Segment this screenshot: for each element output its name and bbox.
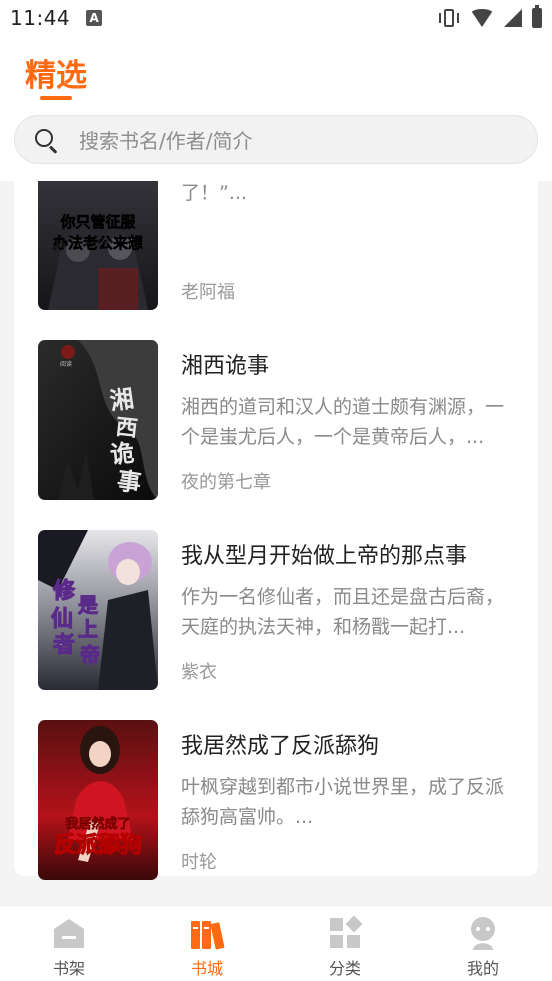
nav-item-bookstore[interactable]: 书城 [138,906,276,981]
search-icon [33,127,59,154]
nav-item-bookshelf[interactable]: 书架 [0,906,138,981]
status-indicators [438,5,542,28]
svg-text:帝: 帝 [80,643,100,667]
status-bar: 11:44 A [0,0,552,36]
book-list-card: 你只管征服 办法老公来想 “艾思斯总督，你因为勾结魔族被捕了！”... 老阿福 [14,181,538,880]
book-author: 时轮 [181,852,217,873]
bottom-nav: 书架 书城 分类 我的 [0,905,552,981]
book-description: “艾思斯总督，你因为勾结魔族被捕了！”... [181,182,247,204]
svg-text:办法老公来想: 办法老公来想 [53,234,143,252]
book-cover: 阅读 湘 西 诡 事 [38,340,158,500]
book-author: 老阿福 [181,282,235,303]
search-input[interactable]: 搜索书名/作者/简介 [14,115,538,164]
nav-label: 书城 [190,959,223,978]
book-description: 叶枫穿越到都市小说世界里，成了反派舔狗高富帅。... [181,776,505,828]
battery-icon [532,5,542,28]
nav-label: 书架 [52,959,85,978]
svg-text:是: 是 [77,593,98,617]
book-cover: 我居然成了 反派舔狗 [38,720,158,880]
svg-text:湘: 湘 [108,384,136,416]
signal-icon [504,9,522,27]
book-cover: 修 是 仙 上 者 帝 [38,530,158,690]
bookstore-icon [189,915,225,951]
nav-label: 我的 [466,959,499,978]
svg-text:上: 上 [78,617,98,641]
book-title: 我居然成了反派舔狗 [181,734,380,759]
nav-label: 分类 [328,959,361,978]
book-author: 夜的第七章 [181,472,271,493]
book-title: 我从型月开始做上帝的那点事 [181,544,468,569]
svg-text:反派舔狗: 反派舔狗 [54,833,142,858]
wifi-icon [470,9,494,27]
book-author: 紫衣 [181,662,217,683]
category-icon [327,915,363,951]
svg-text:事: 事 [115,466,143,498]
book-item[interactable]: 我居然成了 反派舔狗 我居然成了反派舔狗 叶枫穿越到都市小说世界里，成了反派舔狗… [38,720,518,880]
notification-a-icon: A [86,10,103,26]
vibrate-icon [438,8,460,28]
book-list[interactable]: 你只管征服 办法老公来想 “艾思斯总督，你因为勾结魔族被捕了！”... 老阿福 [0,181,552,905]
svg-text:者: 者 [52,632,75,658]
nav-item-category[interactable]: 分类 [276,906,414,981]
title-underline [40,96,72,100]
profile-icon [465,915,501,951]
page-title[interactable]: 精选 [25,50,87,95]
svg-text:仙: 仙 [51,606,73,632]
book-item[interactable]: 修 是 仙 上 者 帝 我从型月开始做上帝的那点事 作为一名修仙者，而且还是盘古… [38,530,518,690]
nav-item-profile[interactable]: 我的 [414,906,552,981]
bookshelf-icon [51,915,87,951]
status-time: 11:44 [10,6,71,30]
book-item[interactable]: 阅读 湘 西 诡 事 湘西诡事 湘西的道司和汉人的道士颇有渊源，一个是蚩尤后人，… [38,340,518,500]
search-placeholder: 搜索书名/作者/简介 [79,129,253,153]
book-description: 作为一名修仙者，而且还是盘古后裔，天庭的执法天神，和杨戬一起打... [181,586,505,638]
svg-text:你只管征服: 你只管征服 [59,213,136,231]
svg-text:修: 修 [52,578,76,604]
book-cover: 你只管征服 办法老公来想 [38,181,158,310]
svg-text:我居然成了: 我居然成了 [65,816,130,832]
svg-text:诡: 诡 [109,438,136,469]
book-item[interactable]: 你只管征服 办法老公来想 “艾思斯总督，你因为勾结魔族被捕了！”... 老阿福 [38,181,518,310]
book-description: 湘西的道司和汉人的道士颇有渊源，一个是蚩尤后人，一个是黄帝后人，... [181,396,505,448]
book-title: 湘西诡事 [181,354,270,379]
header: 精选 搜索书名/作者/简介 [0,36,552,181]
svg-text:阅读: 阅读 [60,360,72,368]
